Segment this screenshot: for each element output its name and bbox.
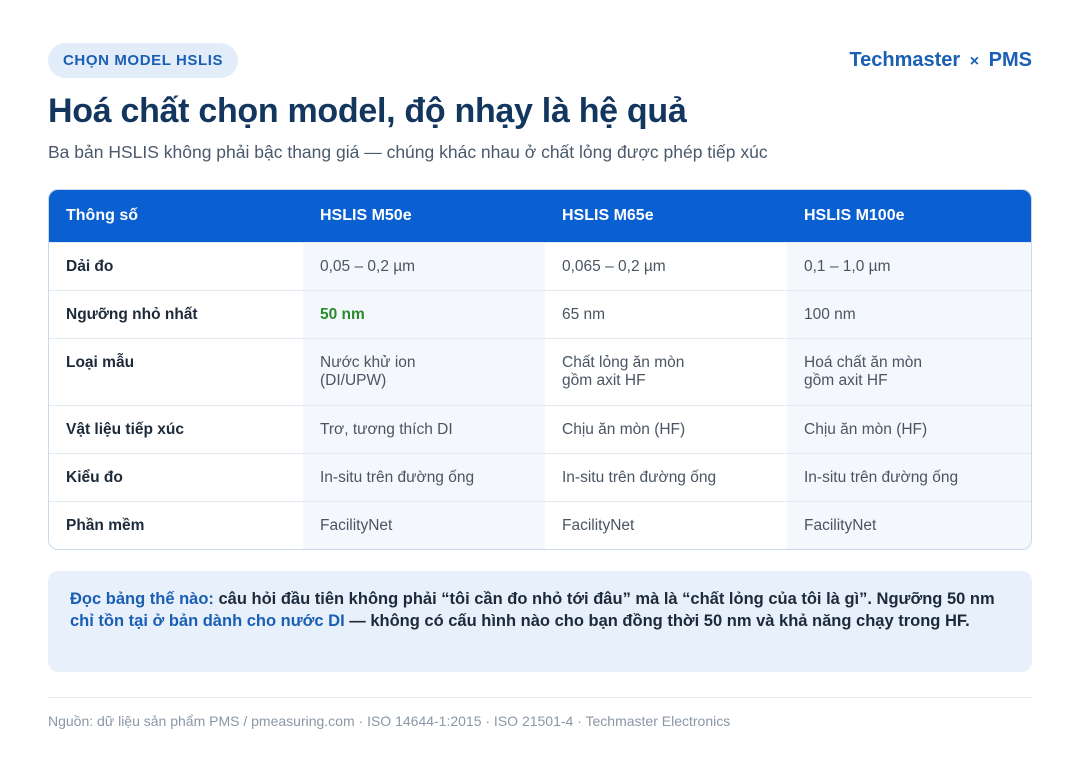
cell-m50e: In-situ trên đường ống: [303, 453, 545, 501]
cell-m65e: 65 nm: [562, 305, 606, 323]
cell-line: Nước khử ion: [320, 353, 416, 371]
note-lead: Đọc bảng thế nào:: [70, 590, 214, 608]
cell-m50e: Nước khử ion (DI/UPW): [303, 338, 545, 405]
cell-line: gồm axit HF: [804, 371, 888, 389]
cell-m50e: FacilityNet: [303, 501, 545, 549]
cell-m100e: 0,1 – 1,0 µm: [787, 242, 1031, 290]
header-spec: Thông số: [66, 206, 138, 224]
cell-line: (DI/UPW): [320, 371, 387, 389]
cell-m100e: FacilityNet: [787, 501, 1031, 549]
cell-m100e: In-situ trên đường ống: [787, 453, 1031, 501]
note-text-1: câu hỏi đầu tiên không phải “tôi cần đo …: [213, 590, 995, 608]
top-bar: CHỌN MODEL HSLIS Techmaster × PMS: [48, 42, 1032, 78]
brand-techmaster: Techmaster: [849, 48, 961, 71]
table-header-row: Thông số HSLIS M50e HSLIS M65e HSLIS M10…: [49, 190, 1031, 242]
comparison-table: Thông số HSLIS M50e HSLIS M65e HSLIS M10…: [48, 189, 1032, 550]
table-row: Kiểu đo In-situ trên đường ống In-situ t…: [49, 453, 1031, 501]
row-label: Phần mềm: [66, 516, 145, 534]
header-m50e: HSLIS M50e: [320, 206, 412, 224]
row-label: Kiểu đo: [66, 468, 123, 486]
cell-m65e: Chịu ăn mòn (HF): [562, 420, 686, 438]
header-m65e: HSLIS M65e: [562, 206, 654, 224]
brand-pms: PMS: [988, 48, 1032, 71]
cell-m65e: 0,065 – 0,2 µm: [562, 257, 666, 275]
cell-m65e: In-situ trên đường ống: [562, 468, 717, 486]
table-row: Vật liệu tiếp xúc Trơ, tương thích DI Ch…: [49, 405, 1031, 453]
table-row: Ngưỡng nhỏ nhất 50 nm 65 nm 100 nm: [49, 290, 1031, 338]
table-row: Dải đo 0,05 – 0,2 µm 0,065 – 0,2 µm 0,1 …: [49, 242, 1031, 290]
cell-line: Chất lỏng ăn mòn: [562, 353, 685, 371]
cell-m50e: 0,05 – 0,2 µm: [303, 242, 545, 290]
header-m100e: HSLIS M100e: [804, 206, 905, 224]
cell-m100e: Hoá chất ăn mòn gồm axit HF: [787, 338, 1031, 405]
cell-line: Hoá chất ăn mòn: [804, 353, 923, 371]
cell-m100e: Chịu ăn mòn (HF): [787, 405, 1031, 453]
note-highlight: chỉ tồn tại ở bản dành cho nước DI: [70, 612, 345, 630]
page-subtitle: Ba bản HSLIS không phải bậc thang giá — …: [48, 142, 768, 162]
page-title: Hoá chất chọn model, độ nhạy là hệ quả: [48, 92, 687, 130]
section-tag: CHỌN MODEL HSLIS: [48, 42, 239, 78]
note-text-2: — không có cấu hình nào cho bạn đồng thờ…: [344, 612, 970, 630]
footer-divider: [48, 697, 1032, 698]
brand-separator: ×: [969, 52, 980, 70]
brand-logo: Techmaster × PMS: [849, 49, 1032, 72]
source-footer: Nguồn: dữ liệu sản phẩm PMS / pmeasuring…: [48, 713, 731, 729]
row-label: Dải đo: [66, 257, 114, 275]
table-row: Loại mẫu Nước khử ion (DI/UPW) Chất lỏng…: [49, 338, 1031, 405]
cell-m65e: Chất lỏng ăn mòn gồm axit HF: [545, 338, 787, 405]
table-row: Phần mềm FacilityNet FacilityNet Facilit…: [49, 501, 1031, 549]
row-label: Ngưỡng nhỏ nhất: [66, 305, 198, 323]
cell-m100e: 100 nm: [787, 290, 1031, 338]
cell-m50e: Trơ, tương thích DI: [303, 405, 545, 453]
reading-note: Đọc bảng thế nào: câu hỏi đầu tiên không…: [48, 571, 1032, 672]
row-label: Loại mẫu: [66, 353, 135, 371]
row-label: Vật liệu tiếp xúc: [66, 420, 185, 438]
cell-line: gồm axit HF: [562, 371, 646, 389]
cell-m50e: 50 nm: [303, 290, 545, 338]
cell-m65e: FacilityNet: [562, 516, 635, 534]
